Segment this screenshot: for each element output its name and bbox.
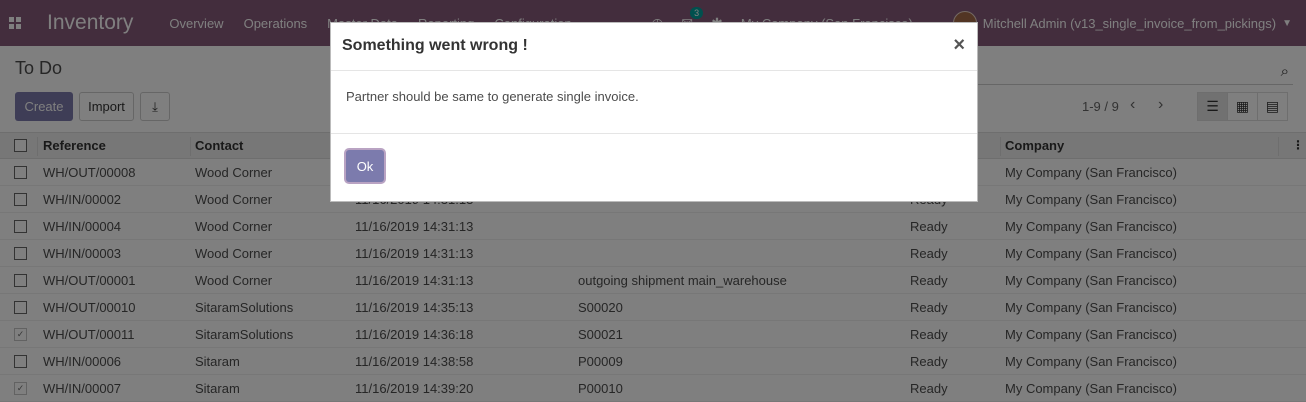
dialog-body: Partner should be same to generate singl… [331,71,977,134]
dialog-header: Something went wrong ! × [331,23,977,71]
error-dialog: Something went wrong ! × Partner should … [330,22,978,202]
dialog-title: Something went wrong ! [342,37,528,54]
dialog-message: Partner should be same to generate singl… [346,89,639,104]
close-icon[interactable]: × [953,34,965,57]
dialog-footer: Ok [331,134,977,202]
ok-button[interactable]: Ok [346,150,384,182]
